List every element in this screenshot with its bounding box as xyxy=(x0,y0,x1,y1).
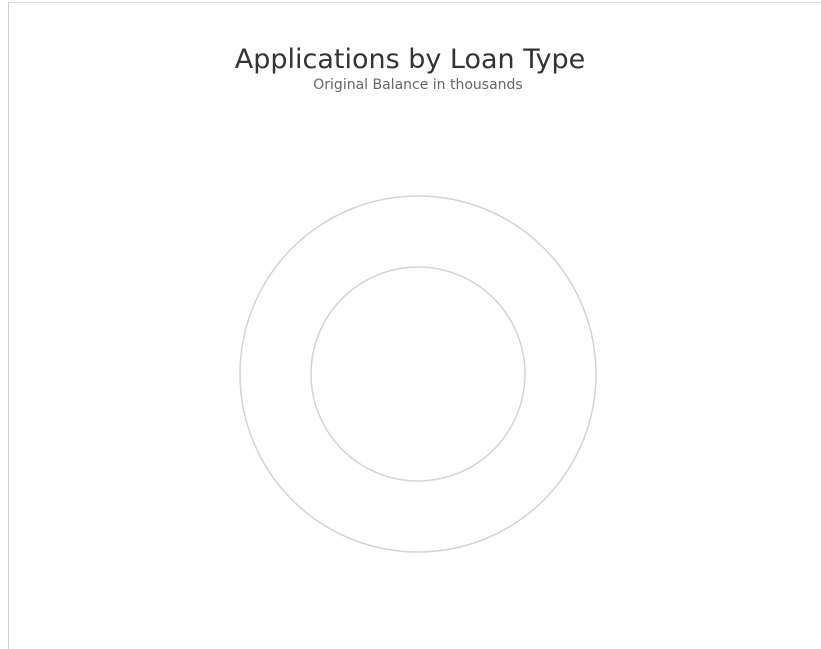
donut-chart xyxy=(239,195,597,553)
donut-inner-ring xyxy=(310,266,526,482)
donut-outer-ring xyxy=(239,195,597,553)
